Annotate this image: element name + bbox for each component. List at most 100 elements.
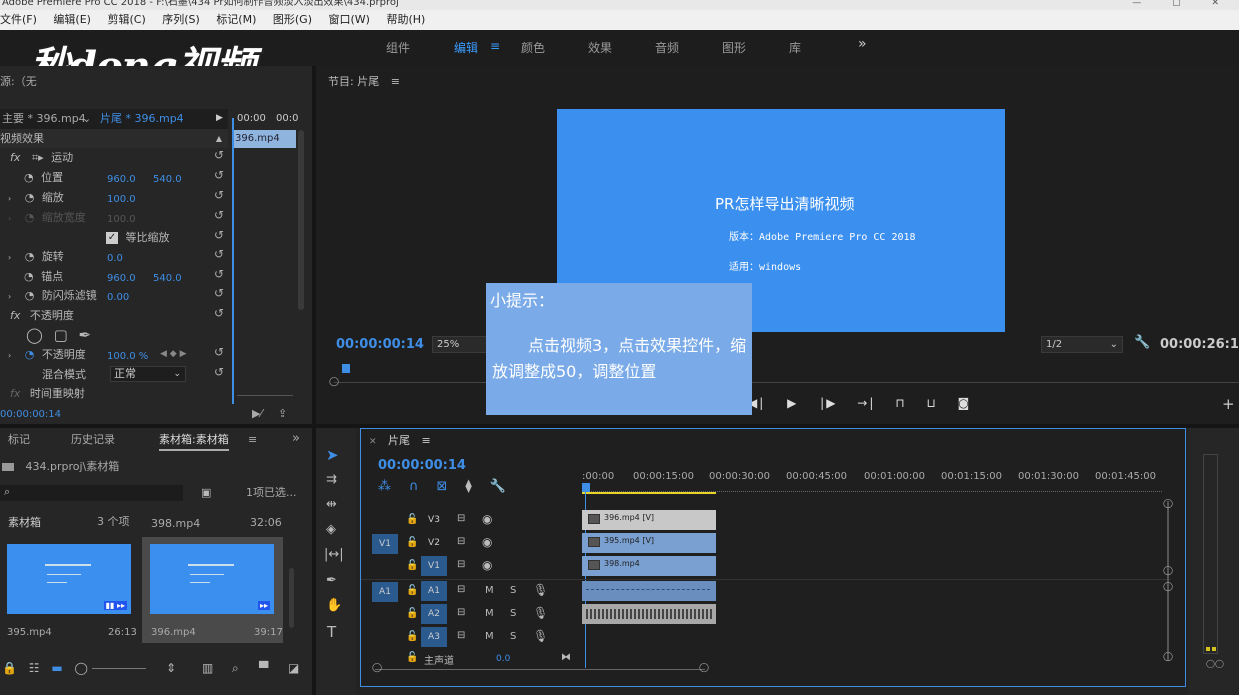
extract-icon[interactable]: ⊔ — [926, 396, 937, 410]
panel-overflow-icon[interactable]: » — [292, 429, 300, 448]
workspace-graphics[interactable]: 图形 — [722, 39, 746, 56]
window-controls[interactable]: — ▢ ✕ — [1132, 0, 1233, 8]
zoom-select[interactable]: 25% — [432, 336, 488, 353]
menu-sequence[interactable]: 序列(S) — [162, 13, 200, 26]
menu-marker[interactable]: 标记(M) — [216, 13, 256, 26]
uniform-scale-checkbox[interactable]: ✓ — [106, 232, 118, 244]
stopwatch-icon[interactable]: ◔ — [25, 250, 35, 263]
clip-v3-396[interactable]: 396.mp4 [V] — [582, 510, 716, 530]
pen-mask-icon[interactable]: ✒ — [79, 326, 92, 344]
reset-rotation-icon[interactable]: ↺ — [214, 247, 224, 261]
sync-lock-icon[interactable]: ⊟ — [457, 559, 465, 570]
microphone-icon[interactable]: 🎙 — [533, 629, 548, 643]
menu-window[interactable]: 窗口(W) — [329, 13, 370, 26]
tab-bin[interactable]: 素材箱:素材箱 — [159, 430, 229, 451]
menu-help[interactable]: 帮助(H) — [386, 13, 425, 26]
ec-playhead[interactable] — [232, 118, 234, 404]
timeline-tab[interactable]: ✕ 片尾 ≡ — [369, 431, 431, 450]
time-ruler[interactable]: :00:00 00:00:15:00 00:00:30:00 00:00:45:… — [582, 471, 1172, 483]
go-to-out-icon[interactable]: →| — [857, 396, 875, 410]
menu-graphics[interactable]: 图形(G) — [273, 13, 312, 26]
expand-arrow-icon[interactable]: › — [8, 253, 11, 262]
source-panel-label[interactable]: 源:（无 — [0, 72, 37, 91]
scale-value[interactable]: 100.0 — [107, 190, 136, 209]
stopwatch-icon[interactable]: ◔ — [24, 171, 34, 184]
mute-button[interactable]: M — [485, 585, 494, 596]
rectangle-mask-icon[interactable]: ▢ — [54, 326, 68, 344]
lock-icon[interactable]: 🔓 — [406, 585, 418, 596]
timeline-hscroll[interactable] — [375, 669, 705, 670]
workspace-assembly[interactable]: 组件 — [386, 39, 410, 56]
thumbnail-396[interactable]: ▸▸ — [150, 544, 274, 614]
vscroll-handle-icon[interactable]: ◯ — [1163, 652, 1173, 662]
hscroll-handle-icon[interactable]: ◯ — [699, 663, 709, 673]
reset-flicker-icon[interactable]: ↺ — [214, 286, 224, 300]
position-x-value[interactable]: 960.0 — [107, 170, 136, 189]
ripple-edit-tool-icon[interactable]: ⇹ — [326, 497, 337, 512]
vscroll-handle-icon[interactable]: ◯ — [1163, 582, 1173, 592]
add-marker-icon[interactable]: ⧫ — [465, 479, 489, 494]
sync-lock-icon[interactable]: ⊟ — [457, 513, 465, 524]
microphone-icon[interactable]: 🎙 — [533, 606, 548, 620]
lock-icon[interactable]: 🔓 — [406, 537, 418, 548]
expand-arrow-icon[interactable]: › — [8, 292, 11, 301]
lock-icon[interactable]: 🔓 — [406, 514, 418, 525]
lock-icon[interactable]: 🔓 — [406, 652, 418, 663]
expand-arrow-icon[interactable]: › — [8, 194, 11, 203]
icon-view-icon[interactable]: ▬ — [51, 661, 62, 675]
sync-lock-icon[interactable]: ⊟ — [457, 536, 465, 547]
sort-icon[interactable]: ⇕ — [166, 659, 176, 678]
workspace-color[interactable]: 颜色 — [521, 39, 545, 56]
eye-icon[interactable]: ◉ — [482, 535, 492, 549]
track-a2-label[interactable]: A2 — [421, 604, 447, 624]
pen-tool-icon[interactable]: ✒ — [326, 573, 337, 588]
program-timecode[interactable]: 00:00:00:14 — [336, 337, 424, 352]
lock-icon[interactable]: 🔒 — [2, 661, 17, 675]
ec-clip-bar[interactable]: 396.mp4 — [232, 130, 296, 148]
find-icon[interactable]: ⌕ — [232, 659, 239, 678]
ellipse-mask-icon[interactable]: ◯ — [26, 326, 43, 344]
list-view-icon[interactable]: ☷ — [29, 661, 40, 675]
sync-lock-icon[interactable]: ⊟ — [457, 584, 465, 595]
audio-clip-a1[interactable] — [582, 581, 716, 601]
menu-file[interactable]: 文件(F) — [0, 13, 37, 26]
timeline-timecode[interactable]: 00:00:00:14 — [378, 458, 466, 473]
sync-lock-icon[interactable]: ⊟ — [457, 630, 465, 641]
expand-arrow-icon[interactable]: › — [8, 351, 11, 360]
ec-timecode[interactable]: 00:00:00:14 — [0, 405, 61, 424]
play-triangle-icon[interactable]: ▶ — [216, 109, 223, 128]
work-area-bar[interactable] — [582, 492, 716, 494]
track-a1-label[interactable]: A1 — [421, 581, 447, 601]
collapse-arrow-icon[interactable]: ▲ — [216, 129, 222, 148]
flicker-value[interactable]: 0.00 — [107, 288, 129, 307]
position-y-value[interactable]: 540.0 — [153, 170, 182, 189]
zoom-slider-handle-icon[interactable]: ◯ — [75, 661, 88, 675]
panel-menu-icon[interactable]: ≡ — [391, 75, 400, 88]
lift-icon[interactable]: ⊓ — [895, 396, 906, 410]
lock-icon[interactable]: 🔓 — [406, 631, 418, 642]
stopwatch-active-icon[interactable]: ◔ — [25, 348, 35, 361]
program-playhead[interactable] — [342, 364, 350, 373]
slip-tool-icon[interactable]: |↔| — [324, 547, 344, 562]
stopwatch-icon[interactable]: ◔ — [25, 191, 35, 204]
expand-arrow-icon[interactable]: › — [8, 214, 11, 223]
go-to-end-icon[interactable]: ⧓ — [561, 652, 571, 663]
scrub-start-handle[interactable]: ◯ — [329, 377, 339, 387]
uniform-scale-row[interactable]: ✓ 等比缩放 — [106, 228, 170, 247]
search-input[interactable]: ⌕ — [0, 485, 183, 501]
step-forward-icon[interactable]: |▶ — [820, 396, 837, 410]
ec-play-loop-icon[interactable]: ▶⁄ — [252, 404, 262, 423]
reset-anchor-icon[interactable]: ↺ — [214, 267, 224, 281]
track-v3-label[interactable]: V3 — [421, 510, 447, 530]
wrench-icon[interactable]: 🔧 — [1134, 335, 1150, 350]
reset-scale-width-icon[interactable]: ↺ — [214, 208, 224, 222]
track-v1-label[interactable]: V1 — [421, 556, 447, 576]
add-button-icon[interactable]: + — [1222, 395, 1235, 413]
rotation-value[interactable]: 0.0 — [107, 249, 123, 268]
panel-menu-icon[interactable]: ≡ — [248, 430, 257, 449]
master-clip-select[interactable]: 主要 * 396.mp4 — [2, 109, 86, 128]
workspace-audio[interactable]: 音频 — [655, 39, 679, 56]
clip-v1-398[interactable]: 398.mp4 — [582, 556, 716, 576]
motion-row[interactable]: fx ⌗▸ 运动 — [10, 148, 73, 167]
workspace-menu-icon[interactable]: ≡ — [490, 39, 500, 53]
